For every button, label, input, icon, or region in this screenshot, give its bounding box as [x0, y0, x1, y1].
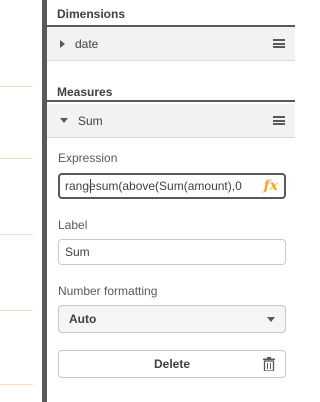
- number-formatting-select[interactable]: Auto: [58, 305, 286, 333]
- fx-icon[interactable]: fx: [260, 178, 278, 194]
- label-field-label: Label: [58, 218, 88, 232]
- canvas-gridline: [0, 158, 33, 159]
- text-cursor: [90, 179, 91, 193]
- sheet-canvas-edge: [0, 0, 42, 402]
- hamburger-menu-icon[interactable]: [273, 116, 285, 125]
- caret-down-icon: [60, 118, 68, 123]
- measure-item-sum[interactable]: Sum: [47, 104, 295, 138]
- section-divider: [47, 100, 295, 102]
- dimensions-section-title: Dimensions: [57, 7, 126, 21]
- trash-icon: [263, 357, 275, 371]
- expression-value: rangesum(above(Sum(amount),0: [65, 179, 242, 193]
- expression-input[interactable]: rangesum(above(Sum(amount),0 fx: [58, 173, 286, 199]
- properties-panel: Dimensions date Measures Sum Expression …: [47, 0, 295, 402]
- delete-button[interactable]: Delete: [58, 350, 286, 378]
- measure-item-label: Sum: [78, 113, 103, 128]
- canvas-gridline: [0, 384, 33, 385]
- canvas-gridline: [0, 86, 33, 87]
- delete-button-label: Delete: [153, 357, 191, 371]
- expression-label: Expression: [58, 151, 118, 165]
- label-input[interactable]: Sum: [58, 239, 286, 265]
- number-formatting-value: Auto: [69, 312, 97, 326]
- caret-right-icon: [60, 39, 65, 48]
- number-formatting-label: Number formatting: [58, 284, 158, 298]
- dimension-item-date[interactable]: date: [47, 27, 295, 61]
- measures-section-title: Measures: [57, 85, 113, 99]
- canvas-gridline: [0, 310, 33, 311]
- label-value: Sum: [65, 245, 90, 259]
- hamburger-menu-icon[interactable]: [273, 39, 285, 48]
- canvas-gridline: [0, 234, 33, 235]
- dimension-item-label: date: [75, 36, 99, 51]
- dropdown-arrow-icon: [267, 317, 275, 322]
